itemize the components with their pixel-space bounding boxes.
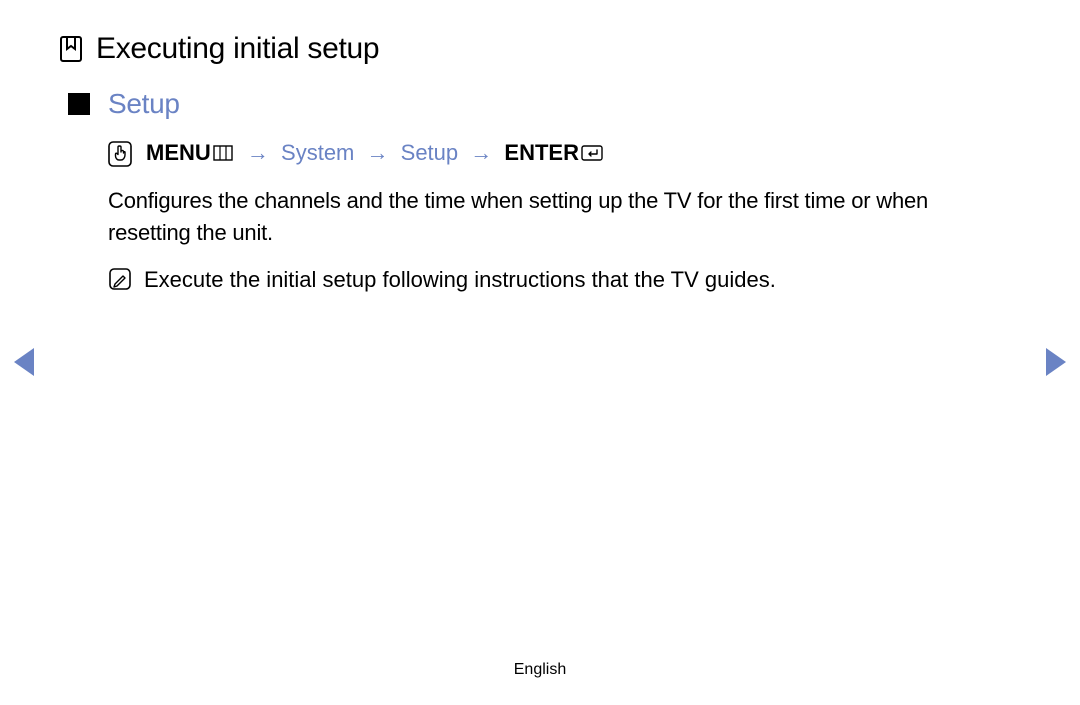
- nav-arrow-2: →: [367, 140, 389, 165]
- page-title: Executing initial setup: [96, 32, 379, 66]
- menu-grid-icon: [213, 141, 233, 167]
- note-text: Execute the initial setup following inst…: [144, 265, 776, 296]
- description-text: Configures the channels and the time whe…: [60, 185, 1020, 249]
- next-page-arrow[interactable]: [1046, 348, 1066, 376]
- bookmark-icon: [60, 36, 82, 62]
- prev-page-arrow[interactable]: [14, 348, 34, 376]
- footer-language: English: [0, 661, 1080, 679]
- hand-pointer-icon: [108, 141, 132, 167]
- nav-arrow-1: →: [247, 140, 269, 165]
- square-bullet-icon: [68, 93, 90, 115]
- note-row: Execute the initial setup following inst…: [60, 265, 1020, 296]
- nav-setup-label: Setup: [401, 140, 459, 165]
- nav-system-label: System: [281, 140, 354, 165]
- nav-arrow-3: →: [470, 140, 492, 165]
- title-row: Executing initial setup: [60, 32, 1020, 66]
- enter-key-icon: [581, 141, 603, 167]
- nav-path-row: MENU → System → Setup → ENTER: [60, 140, 1020, 167]
- nav-enter-label: ENTER: [504, 140, 579, 165]
- section-row: Setup: [60, 88, 1020, 120]
- section-heading: Setup: [108, 88, 180, 120]
- nav-menu-label: MENU: [146, 140, 211, 165]
- note-icon: [108, 267, 132, 291]
